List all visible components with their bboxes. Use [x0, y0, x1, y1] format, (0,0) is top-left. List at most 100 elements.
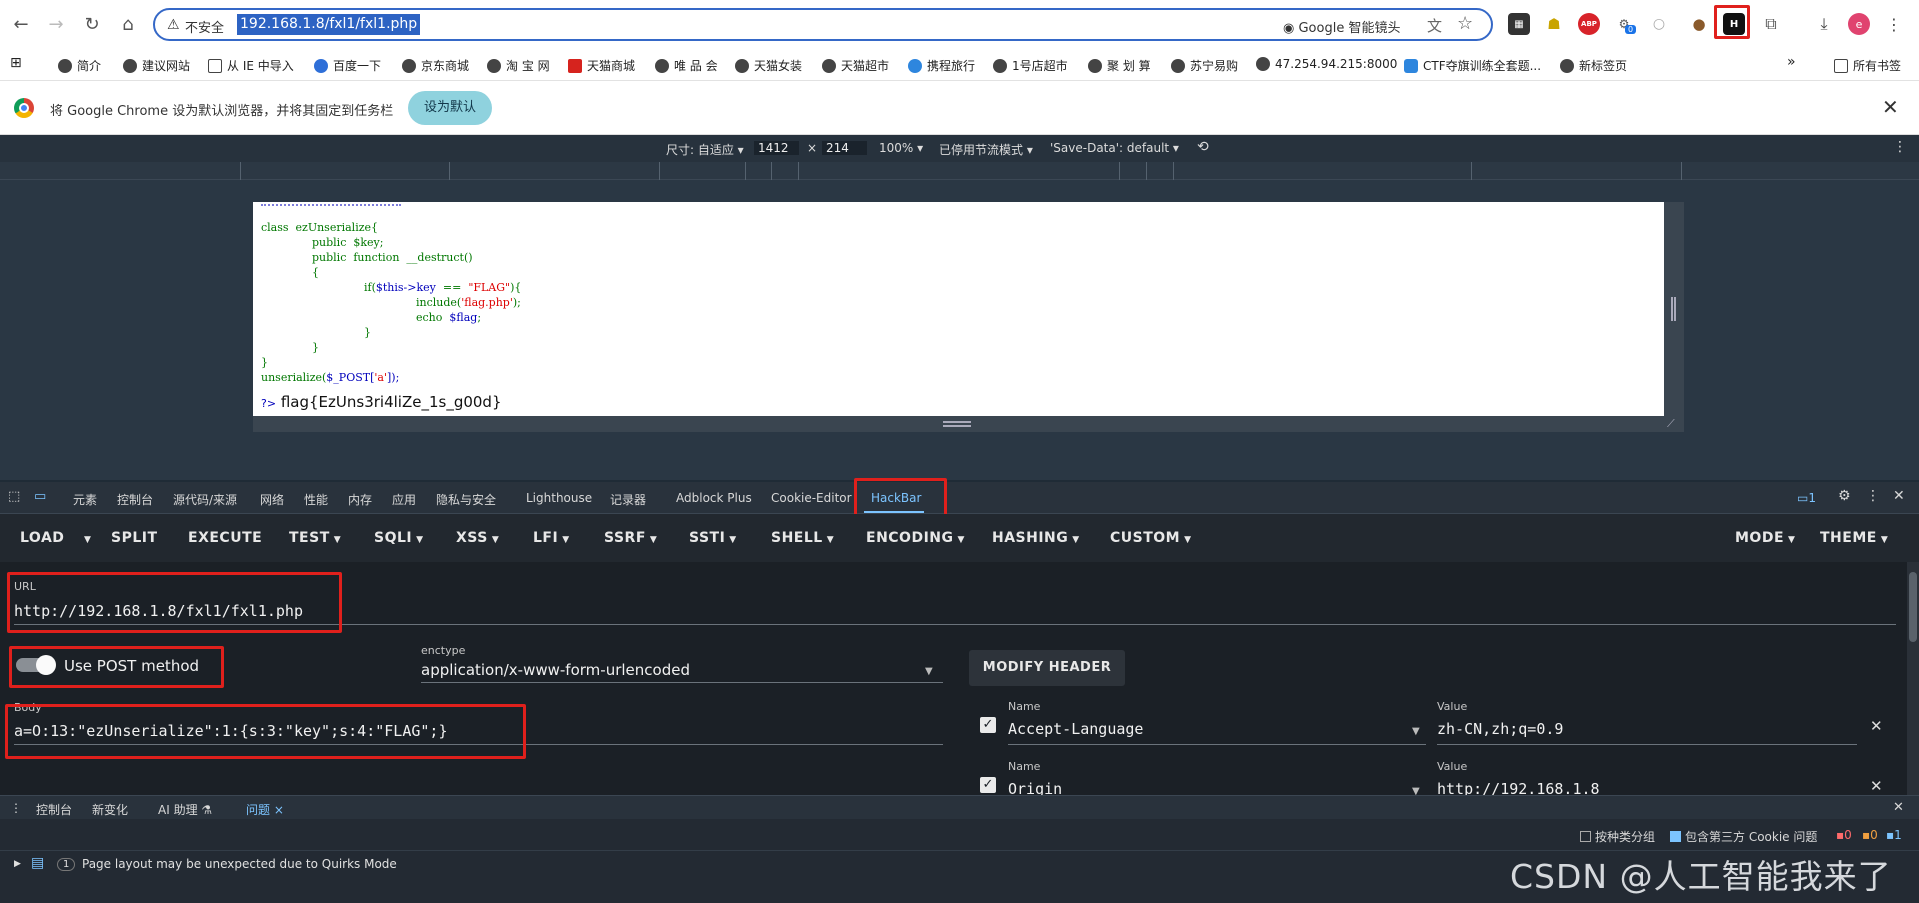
tab-recorder[interactable]: 记录器: [610, 491, 646, 508]
profile-avatar[interactable]: e: [1848, 13, 1870, 35]
chat-icon[interactable]: ○: [1648, 13, 1670, 35]
header-2-checkbox[interactable]: ✓: [980, 777, 996, 793]
tab-privacy[interactable]: 隐私与安全: [436, 491, 496, 508]
header-2-name-input[interactable]: Origin: [1008, 780, 1062, 795]
width-input[interactable]: 1412: [754, 141, 799, 155]
xss-menu[interactable]: XSS ▼: [456, 530, 499, 546]
split-button[interactable]: SPLIT: [111, 530, 158, 546]
bookmark-12[interactable]: 1号店超市: [993, 57, 1068, 74]
device-more-icon[interactable]: ⋮: [1893, 139, 1907, 155]
tab-performance[interactable]: 性能: [304, 491, 328, 508]
tab-sources[interactable]: 源代码/来源: [173, 491, 237, 508]
execute-button[interactable]: EXECUTE: [188, 530, 262, 546]
hashing-menu[interactable]: HASHING ▼: [992, 530, 1080, 546]
bookmark-5[interactable]: 京东商城: [402, 57, 469, 74]
address-url[interactable]: 192.168.1.8/fxl1/fxl1.php: [237, 14, 421, 35]
load-dropdown-chevron[interactable]: ▼: [80, 530, 91, 546]
dimension-select[interactable]: 尺寸: 自适应 ▾: [666, 141, 744, 158]
issues-counter[interactable]: ▭1: [1797, 491, 1816, 505]
inspect-element-icon[interactable]: ⬚: [8, 489, 20, 504]
header-1-value-input[interactable]: zh-CN,zh;q=0.9: [1437, 720, 1563, 738]
extension-icon-1[interactable]: ▦: [1508, 13, 1530, 35]
drawer-tab-issues[interactable]: 问题 ×: [246, 801, 284, 818]
bookmark-17[interactable]: 新标签页: [1560, 57, 1627, 74]
drawer-menu-icon[interactable]: ⋮: [10, 801, 22, 815]
header-1-checkbox[interactable]: ✓: [980, 717, 996, 733]
menu-kebab-icon[interactable]: ⋮: [1883, 13, 1905, 35]
devtools-more-icon[interactable]: ⋮: [1866, 488, 1880, 504]
ssti-menu[interactable]: SSTI ▼: [689, 530, 737, 546]
header-1-remove-icon[interactable]: ✕: [1870, 717, 1883, 735]
bookmark-4[interactable]: 百度一下: [314, 57, 381, 74]
throttle-select[interactable]: 已停用节流模式 ▾: [939, 141, 1033, 158]
modify-header-button[interactable]: MODIFY HEADER: [969, 650, 1125, 686]
rotate-icon[interactable]: ⟲: [1197, 139, 1209, 155]
settings-gear-icon[interactable]: ⚙: [1838, 488, 1851, 504]
theme-menu[interactable]: THEME ▼: [1820, 530, 1888, 546]
forward-arrow-icon[interactable]: →: [44, 12, 68, 36]
set-default-button[interactable]: 设为默认: [408, 91, 492, 125]
shell-menu[interactable]: SHELL ▼: [771, 530, 834, 546]
save-data-select[interactable]: 'Save-Data': default ▾: [1050, 141, 1179, 155]
hackbar-scrollbar[interactable]: [1907, 562, 1919, 795]
devtools-close-icon[interactable]: ✕: [1893, 488, 1905, 504]
header-2-remove-icon[interactable]: ✕: [1870, 777, 1883, 795]
download-icon[interactable]: ⤓: [1813, 13, 1835, 35]
load-button[interactable]: LOAD: [20, 530, 64, 546]
ssrf-menu[interactable]: SSRF ▼: [604, 530, 657, 546]
extensions-puzzle-icon[interactable]: ⧉: [1760, 13, 1782, 35]
device-toggle-icon[interactable]: ▭: [34, 489, 46, 504]
drawer-tab-console[interactable]: 控制台: [36, 801, 72, 818]
bookmark-2[interactable]: 建议网站: [123, 57, 190, 74]
tab-adblock-plus[interactable]: Adblock Plus: [676, 491, 752, 505]
bookmarks-overflow-chevron[interactable]: »: [1787, 54, 1796, 70]
reload-icon[interactable]: ↻: [80, 12, 104, 36]
drawer-close-icon[interactable]: ✕: [1893, 800, 1904, 815]
bookmark-7[interactable]: 天猫商城: [568, 57, 635, 74]
close-icon[interactable]: ✕: [1882, 95, 1899, 119]
extension-icon-2[interactable]: ☗: [1543, 13, 1565, 35]
back-arrow-icon[interactable]: ←: [9, 12, 33, 36]
apps-grid-icon[interactable]: ⊞: [10, 55, 22, 71]
third-party-cookie-checkbox[interactable]: 包含第三方 Cookie 问题: [1670, 828, 1817, 845]
google-lens-button[interactable]: ◉ Google 智能镜头: [1283, 17, 1400, 36]
drawer-tab-ai[interactable]: AI 助理 ⚗: [158, 801, 212, 818]
enctype-select[interactable]: application/x-www-form-urlencoded: [421, 661, 690, 679]
tab-elements[interactable]: 元素: [73, 491, 97, 508]
translate-icon[interactable]: 文: [1427, 15, 1442, 36]
sqli-menu[interactable]: SQLI ▼: [374, 530, 424, 546]
expand-triangle-icon[interactable]: ▶: [14, 859, 21, 869]
tab-lighthouse[interactable]: Lighthouse: [526, 491, 592, 505]
bookmark-star-icon[interactable]: ☆: [1457, 13, 1473, 34]
cookie-editor-icon[interactable]: ●: [1688, 13, 1710, 35]
bookmark-11[interactable]: 携程旅行: [908, 57, 975, 74]
drawer-tab-changes[interactable]: 新变化: [92, 801, 128, 818]
adblock-icon[interactable]: ABP: [1578, 13, 1600, 35]
encoding-menu[interactable]: ENCODING ▼: [866, 530, 965, 546]
all-bookmarks-folder[interactable]: 所有书签: [1834, 57, 1901, 74]
bookmark-3[interactable]: 从 IE 中导入: [208, 57, 294, 74]
header-1-name-input[interactable]: Accept-Language: [1008, 720, 1143, 738]
viewport-resize-bottom[interactable]: ⟋: [253, 416, 1684, 432]
test-menu[interactable]: TEST ▼: [289, 530, 341, 546]
bookmark-15[interactable]: 47.254.94.215:8000: [1256, 57, 1397, 71]
tab-network[interactable]: 网络: [260, 491, 284, 508]
extension-icon-4[interactable]: ⚙ 0: [1613, 13, 1637, 35]
resize-corner-icon[interactable]: ⟋: [1667, 417, 1675, 431]
height-input[interactable]: 214: [822, 141, 867, 155]
viewport-resize-right[interactable]: [1664, 202, 1684, 432]
tab-memory[interactable]: 内存: [348, 491, 372, 508]
bookmark-14[interactable]: 苏宁易购: [1171, 57, 1238, 74]
mode-menu[interactable]: MODE ▼: [1735, 530, 1795, 546]
tab-application[interactable]: 应用: [392, 491, 416, 508]
tab-console[interactable]: 控制台: [117, 491, 153, 508]
bookmark-10[interactable]: 天猫超市: [822, 57, 889, 74]
address-bar[interactable]: ⚠ 不安全 192.168.1.8/fxl1/fxl1.php ◉ Google…: [153, 8, 1493, 41]
home-icon[interactable]: ⌂: [116, 12, 140, 36]
bookmark-9[interactable]: 天猫女装: [735, 57, 802, 74]
bookmark-13[interactable]: 聚 划 算: [1088, 57, 1151, 74]
tab-cookie-editor[interactable]: Cookie-Editor: [771, 491, 852, 505]
lfi-menu[interactable]: LFI ▼: [533, 530, 570, 546]
zoom-select[interactable]: 100% ▾: [879, 141, 923, 155]
bookmark-1[interactable]: 简介: [58, 57, 101, 74]
